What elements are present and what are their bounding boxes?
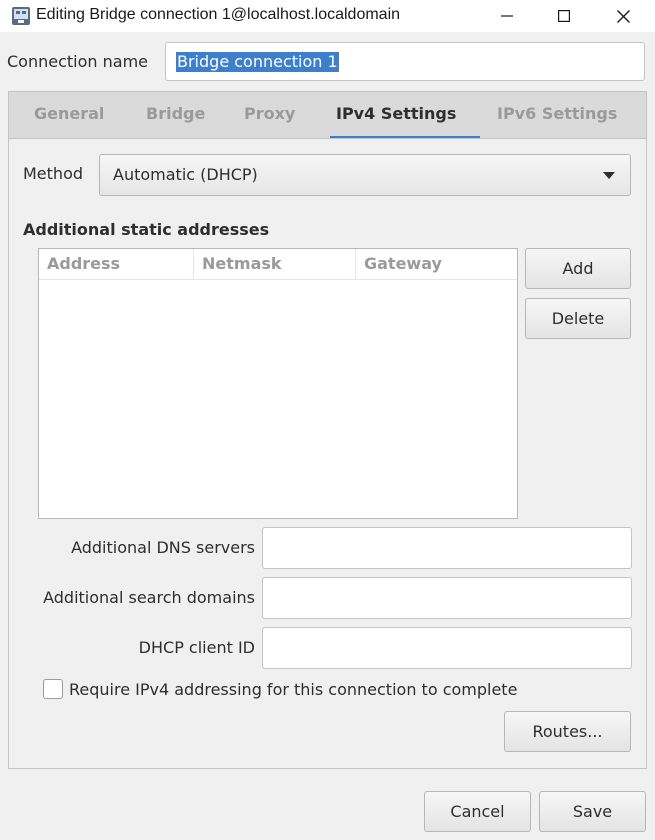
connection-name-value: Bridge connection 1 [176, 52, 339, 72]
method-label: Method [23, 164, 84, 183]
method-dropdown[interactable]: Automatic (DHCP) [99, 154, 631, 196]
window-title: Editing Bridge connection 1@localhost.lo… [36, 6, 401, 23]
tab-proxy[interactable]: Proxy [244, 104, 295, 123]
tab-bar: General Bridge Proxy IPv4 Settings IPv6 … [8, 91, 647, 139]
column-gateway[interactable]: Gateway [355, 249, 517, 279]
connection-name-input[interactable]: Bridge connection 1 [165, 42, 645, 81]
require-ipv4-checkbox[interactable] [43, 679, 63, 699]
maximize-icon [558, 10, 570, 22]
minimize-button[interactable] [484, 0, 530, 32]
static-addresses-heading: Additional static addresses [23, 220, 270, 239]
tab-ipv4-settings[interactable]: IPv4 Settings [336, 104, 456, 123]
static-addresses-table[interactable]: Address Netmask Gateway [38, 248, 518, 519]
tab-general[interactable]: General [34, 104, 104, 123]
maximize-button[interactable] [541, 0, 587, 32]
table-header: Address Netmask Gateway [39, 249, 517, 280]
cancel-button[interactable]: Cancel [424, 791, 531, 832]
dns-servers-input[interactable] [262, 527, 632, 569]
dhcp-client-id-label: DHCP client ID [138, 638, 255, 657]
connection-name-label: Connection name [7, 52, 148, 71]
dns-servers-label: Additional DNS servers [71, 538, 255, 557]
routes-button[interactable]: Routes... [504, 711, 631, 752]
tab-ipv6-settings[interactable]: IPv6 Settings [497, 104, 617, 123]
add-address-button[interactable]: Add [525, 248, 631, 289]
delete-address-button[interactable]: Delete [525, 298, 631, 339]
close-icon [616, 9, 630, 23]
column-netmask[interactable]: Netmask [193, 249, 355, 279]
network-editor-icon [12, 7, 30, 25]
dropdown-arrow-icon [603, 172, 615, 179]
dhcp-client-id-input[interactable] [262, 627, 632, 669]
search-domains-input[interactable] [262, 577, 632, 619]
require-ipv4-label[interactable]: Require IPv4 addressing for this connect… [69, 680, 517, 699]
tab-bridge[interactable]: Bridge [146, 104, 205, 123]
minimize-icon [501, 15, 513, 17]
save-button[interactable]: Save [539, 791, 646, 832]
title-bar: Editing Bridge connection 1@localhost.lo… [0, 0, 655, 32]
close-button[interactable] [600, 0, 646, 32]
search-domains-label: Additional search domains [43, 588, 255, 607]
method-value: Automatic (DHCP) [113, 165, 258, 184]
column-address[interactable]: Address [39, 249, 193, 279]
